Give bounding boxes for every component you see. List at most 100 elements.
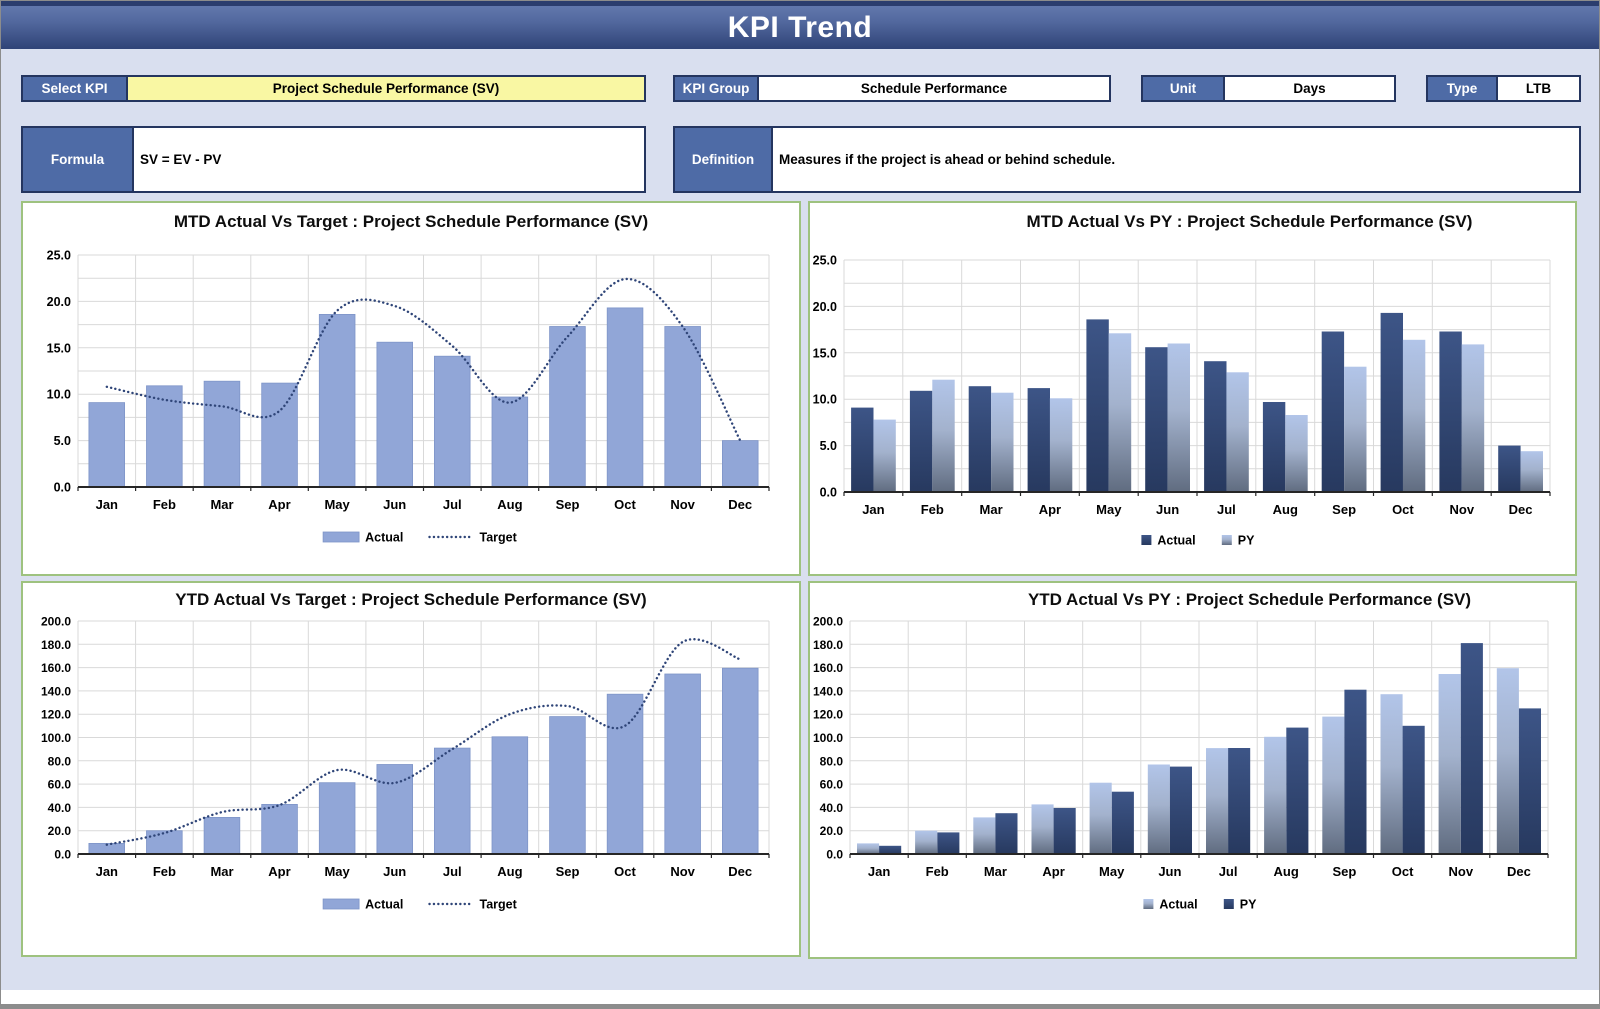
svg-text:Actual: Actual [365, 531, 403, 545]
title-bar: KPI Trend [1, 1, 1599, 49]
footer-strip [1, 990, 1599, 1004]
select-kpi-label: Select KPI [23, 77, 128, 100]
chart-panel-ytd-target: YTD Actual Vs Target : Project Schedule … [21, 581, 801, 957]
svg-text:Feb: Feb [921, 502, 944, 517]
chart-title-ytd-py: YTD Actual Vs PY : Project Schedule Perf… [867, 583, 1600, 617]
legend: ActualPY [1143, 898, 1257, 912]
svg-text:May: May [324, 864, 350, 879]
definition-label: Definition [675, 128, 773, 191]
svg-text:140.0: 140.0 [813, 684, 843, 698]
x-axis-labels: JanFebMarAprMayJunJulAugSepOctNovDec [844, 492, 1550, 517]
svg-text:Oct: Oct [1392, 864, 1414, 879]
svg-text:Jul: Jul [443, 497, 462, 512]
type-control: Type LTB [1426, 75, 1581, 102]
unit-label: Unit [1143, 77, 1225, 100]
svg-text:May: May [1099, 864, 1125, 879]
chart-canvas-ytd-py: 0.020.040.060.080.0100.0120.0140.0160.01… [810, 617, 1575, 953]
svg-text:Oct: Oct [614, 497, 636, 512]
select-kpi-value[interactable]: Project Schedule Performance (SV) [128, 77, 644, 100]
svg-text:Sep: Sep [556, 497, 580, 512]
svg-text:Aug: Aug [1273, 502, 1298, 517]
svg-text:Jun: Jun [1156, 502, 1179, 517]
chart-title-ytd-target: YTD Actual Vs Target : Project Schedule … [23, 583, 799, 617]
formula-value: SV = EV - PV [134, 128, 644, 191]
svg-text:180.0: 180.0 [813, 638, 843, 652]
svg-text:Jun: Jun [383, 497, 406, 512]
svg-text:140.0: 140.0 [41, 684, 71, 698]
chart-title-mtd-target: MTD Actual Vs Target : Project Schedule … [23, 203, 799, 241]
definition-control: Definition Measures if the project is ah… [673, 126, 1581, 193]
svg-text:Apr: Apr [1042, 864, 1064, 879]
x-axis-labels: JanFebMarAprMayJunJulAugSepOctNovDec [850, 854, 1548, 879]
type-label: Type [1428, 77, 1498, 100]
svg-text:60.0: 60.0 [48, 778, 72, 792]
svg-text:Mar: Mar [210, 497, 233, 512]
svg-text:Feb: Feb [153, 497, 176, 512]
formula-label: Formula [23, 128, 134, 191]
y-axis-labels: 0.05.010.015.020.025.0 [813, 254, 837, 500]
svg-text:Nov: Nov [670, 497, 695, 512]
svg-text:Jul: Jul [443, 864, 462, 879]
svg-text:5.0: 5.0 [820, 439, 837, 453]
svg-text:Feb: Feb [926, 864, 949, 879]
chart-panel-mtd-target: MTD Actual Vs Target : Project Schedule … [21, 201, 801, 576]
svg-text:Target: Target [480, 531, 518, 545]
svg-text:Jul: Jul [1217, 502, 1236, 517]
svg-text:Jul: Jul [1219, 864, 1238, 879]
kpi-group-label: KPI Group [675, 77, 759, 100]
svg-text:Mar: Mar [980, 502, 1003, 517]
y-axis-labels: 0.020.040.060.080.0100.0120.0140.0160.01… [41, 617, 71, 862]
x-axis-labels: JanFebMarAprMayJunJulAugSepOctNovDec [78, 854, 769, 879]
svg-text:20.0: 20.0 [820, 824, 844, 838]
svg-text:0.0: 0.0 [54, 481, 71, 495]
svg-text:Mar: Mar [984, 864, 1007, 879]
svg-text:Jan: Jan [868, 864, 890, 879]
svg-text:Actual: Actual [1157, 534, 1195, 548]
svg-text:Actual: Actual [1159, 898, 1197, 912]
svg-text:120.0: 120.0 [813, 708, 843, 722]
type-value: LTB [1498, 77, 1579, 100]
svg-text:Dec: Dec [728, 497, 752, 512]
svg-text:Aug: Aug [497, 497, 522, 512]
chart-canvas-ytd-target: 0.020.040.060.080.0100.0120.0140.0160.01… [23, 617, 799, 951]
svg-text:Nov: Nov [1449, 864, 1474, 879]
svg-text:80.0: 80.0 [820, 754, 844, 768]
svg-text:Actual: Actual [365, 898, 403, 912]
svg-text:Feb: Feb [153, 864, 176, 879]
svg-text:15.0: 15.0 [47, 341, 71, 355]
svg-text:10.0: 10.0 [47, 388, 71, 402]
svg-text:160.0: 160.0 [813, 661, 843, 675]
svg-text:20.0: 20.0 [47, 295, 71, 309]
svg-text:Apr: Apr [1039, 502, 1061, 517]
svg-text:180.0: 180.0 [41, 638, 71, 652]
svg-text:Mar: Mar [210, 864, 233, 879]
svg-text:0.0: 0.0 [820, 486, 837, 500]
formula-control: Formula SV = EV - PV [21, 126, 646, 193]
svg-text:Apr: Apr [268, 864, 290, 879]
svg-text:120.0: 120.0 [41, 708, 71, 722]
legend: Actual Target [323, 531, 518, 545]
svg-text:40.0: 40.0 [48, 801, 72, 815]
svg-text:200.0: 200.0 [41, 617, 71, 629]
svg-text:Oct: Oct [614, 864, 636, 879]
svg-text:Sep: Sep [1332, 864, 1356, 879]
svg-text:80.0: 80.0 [48, 754, 72, 768]
svg-text:May: May [1096, 502, 1122, 517]
svg-text:20.0: 20.0 [48, 824, 72, 838]
y-axis-labels: 0.020.040.060.080.0100.0120.0140.0160.01… [813, 617, 843, 862]
legend: Actual Target [323, 898, 518, 912]
svg-text:Target: Target [480, 898, 518, 912]
svg-text:Sep: Sep [556, 864, 580, 879]
svg-text:Oct: Oct [1392, 502, 1414, 517]
unit-control: Unit Days [1141, 75, 1396, 102]
svg-text:40.0: 40.0 [820, 801, 844, 815]
svg-text:Jun: Jun [383, 864, 406, 879]
svg-text:Jan: Jan [96, 497, 118, 512]
x-axis-labels: JanFebMarAprMayJunJulAugSepOctNovDec [78, 487, 769, 512]
svg-text:Jan: Jan [96, 864, 118, 879]
legend: ActualPY [1141, 534, 1255, 548]
chart-panel-mtd-py: MTD Actual Vs PY : Project Schedule Perf… [808, 201, 1577, 576]
definition-value: Measures if the project is ahead or behi… [773, 128, 1579, 191]
svg-text:Jun: Jun [1158, 864, 1181, 879]
page-title: KPI Trend [728, 11, 873, 45]
